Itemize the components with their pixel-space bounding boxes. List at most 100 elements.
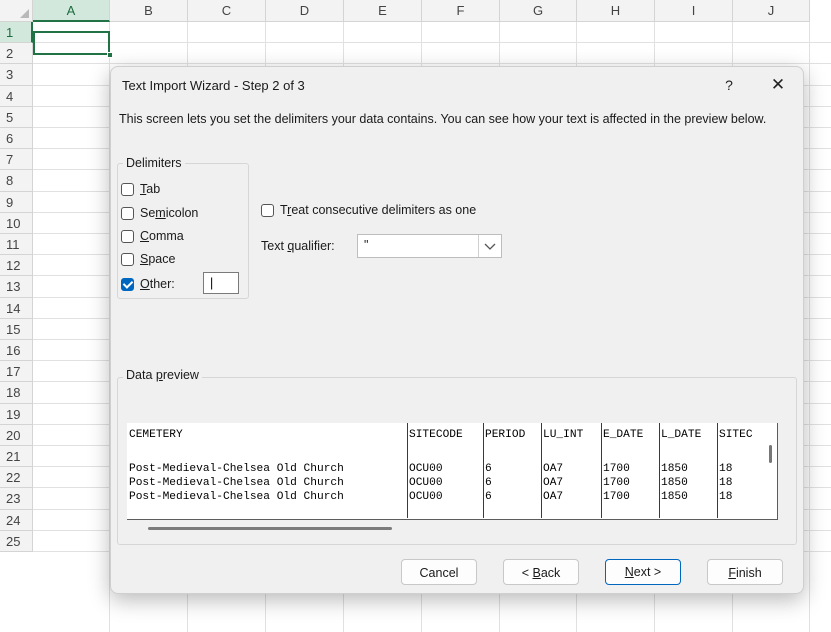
row-header-5[interactable]: 5 bbox=[0, 106, 33, 128]
column-header-h[interactable]: H bbox=[577, 0, 655, 22]
row-header-24[interactable]: 24 bbox=[0, 509, 33, 531]
column-header-j[interactable]: J bbox=[733, 0, 810, 22]
preview-data-row: Post-Medieval-Chelsea Old Church OCU00 6 OA… bbox=[127, 491, 777, 505]
column-header-i[interactable]: I bbox=[655, 0, 733, 22]
preview-horizontal-scrollbar[interactable] bbox=[148, 527, 392, 530]
select-all-corner[interactable] bbox=[0, 0, 33, 22]
preview-cell: 18 bbox=[719, 463, 733, 475]
preview-cell: OA7 bbox=[543, 477, 564, 489]
column-header-g[interactable]: G bbox=[500, 0, 577, 22]
fill-handle[interactable] bbox=[107, 52, 113, 58]
data-preview-legend: Data preview bbox=[123, 368, 202, 382]
row-header-18[interactable]: 18 bbox=[0, 382, 33, 404]
preview-cell: OA7 bbox=[543, 463, 564, 475]
preview-vertical-scrollbar[interactable] bbox=[769, 445, 772, 463]
preview-header-cell: LU_INT bbox=[543, 429, 584, 441]
row-header-25[interactable]: 25 bbox=[0, 530, 33, 552]
other-label: Other: bbox=[140, 277, 175, 291]
column-header-c[interactable]: C bbox=[188, 0, 266, 22]
row-header-17[interactable]: 17 bbox=[0, 361, 33, 383]
space-checkbox-box[interactable] bbox=[121, 252, 134, 266]
text-qualifier-select[interactable]: " bbox=[357, 234, 502, 258]
preview-cell: 1850 bbox=[661, 491, 688, 503]
text-qualifier-value: " bbox=[364, 238, 369, 252]
next-button[interactable]: Next > bbox=[605, 559, 681, 585]
row-header-20[interactable]: 20 bbox=[0, 424, 33, 446]
preview-header-row: CEMETERY SITECODE PERIOD LU_INT E_DATE L_DATE… bbox=[127, 429, 777, 443]
text-import-wizard-dialog: Text Import Wizard - Step 2 of 3 ? ✕ Thi… bbox=[110, 66, 804, 594]
preview-cell: OCU00 bbox=[409, 463, 443, 475]
row-header-16[interactable]: 16 bbox=[0, 340, 33, 362]
row-header-22[interactable]: 22 bbox=[0, 467, 33, 489]
row-header-21[interactable]: 21 bbox=[0, 446, 33, 468]
column-header-b[interactable]: B bbox=[110, 0, 188, 22]
select-all-triangle-icon bbox=[20, 9, 29, 18]
row-header-1[interactable]: 1 bbox=[0, 22, 33, 44]
preview-header-cell: E_DATE bbox=[603, 429, 644, 441]
tab-checkbox-box[interactable] bbox=[121, 182, 134, 196]
preview-cell: Post-Medieval-Chelsea Old Church bbox=[129, 491, 344, 503]
preview-cell: OA7 bbox=[543, 491, 564, 503]
preview-cell: 6 bbox=[485, 477, 492, 489]
column-header-e[interactable]: E bbox=[344, 0, 422, 22]
dialog-title: Text Import Wizard - Step 2 of 3 bbox=[122, 78, 305, 93]
semicolon-checkbox-box[interactable] bbox=[121, 206, 134, 220]
row-header-11[interactable]: 11 bbox=[0, 234, 33, 256]
preview-cell: 1850 bbox=[661, 477, 688, 489]
grid-row-line bbox=[33, 42, 831, 44]
comma-checkbox[interactable]: Comma bbox=[121, 229, 184, 243]
preview-header-cell: L_DATE bbox=[661, 429, 702, 441]
row-header-10[interactable]: 10 bbox=[0, 212, 33, 234]
cancel-button[interactable]: Cancel bbox=[401, 559, 477, 585]
preview-cell: 1700 bbox=[603, 463, 630, 475]
tab-label: Tab bbox=[140, 182, 161, 196]
row-header-19[interactable]: 19 bbox=[0, 403, 33, 425]
grid-column-line bbox=[809, 22, 810, 632]
other-delimiter-input[interactable] bbox=[203, 272, 239, 294]
row-header-3[interactable]: 3 bbox=[0, 64, 33, 86]
column-header-d[interactable]: D bbox=[266, 0, 344, 22]
row-header-9[interactable]: 9 bbox=[0, 191, 33, 213]
help-button[interactable]: ? bbox=[715, 73, 743, 97]
consecutive-checkbox-box[interactable] bbox=[261, 203, 274, 217]
chevron-down-icon[interactable] bbox=[478, 235, 501, 257]
row-header-15[interactable]: 15 bbox=[0, 318, 33, 340]
row-header-7[interactable]: 7 bbox=[0, 149, 33, 171]
preview-cell: 18 bbox=[719, 477, 733, 489]
comma-checkbox-box[interactable] bbox=[121, 229, 134, 243]
preview-cell: 6 bbox=[485, 463, 492, 475]
text-qualifier-label: Text qualifier: bbox=[261, 239, 335, 253]
other-checkbox-box[interactable] bbox=[121, 277, 134, 291]
other-checkbox[interactable]: Other: bbox=[121, 277, 175, 291]
row-header-8[interactable]: 8 bbox=[0, 170, 33, 192]
preview-header-cell: PERIOD bbox=[485, 429, 526, 441]
data-preview-table[interactable]: CEMETERY SITECODE PERIOD LU_INT E_DATE L_DATE… bbox=[127, 423, 778, 520]
consecutive-label: Treat consecutive delimiters as one bbox=[280, 203, 477, 217]
consecutive-delimiters-checkbox[interactable]: Treat consecutive delimiters as one bbox=[261, 203, 476, 217]
tab-checkbox[interactable]: Tab bbox=[121, 182, 160, 196]
semicolon-checkbox[interactable]: Semicolon bbox=[121, 206, 198, 220]
row-header-13[interactable]: 13 bbox=[0, 276, 33, 298]
preview-cell: 18 bbox=[719, 491, 733, 503]
back-button[interactable]: < Back bbox=[503, 559, 579, 585]
column-header-f[interactable]: F bbox=[422, 0, 500, 22]
row-header-6[interactable]: 6 bbox=[0, 128, 33, 150]
finish-button[interactable]: Finish bbox=[707, 559, 783, 585]
delimiters-legend: Delimiters bbox=[123, 156, 185, 170]
row-header-12[interactable]: 12 bbox=[0, 255, 33, 277]
preview-cell: 1850 bbox=[661, 463, 688, 475]
preview-cell: OCU00 bbox=[409, 477, 443, 489]
row-header-14[interactable]: 14 bbox=[0, 297, 33, 319]
row-header-4[interactable]: 4 bbox=[0, 85, 33, 107]
space-label: Space bbox=[140, 252, 176, 266]
preview-data-row: Post-Medieval-Chelsea Old Church OCU00 6 OA… bbox=[127, 463, 777, 477]
active-cell-a1[interactable] bbox=[33, 31, 110, 55]
preview-cell: 1700 bbox=[603, 491, 630, 503]
column-header-a[interactable]: A bbox=[33, 0, 110, 22]
space-checkbox[interactable]: Space bbox=[121, 252, 175, 266]
row-header-2[interactable]: 2 bbox=[0, 43, 33, 65]
semicolon-label: Semicolon bbox=[140, 206, 199, 220]
dialog-description: This screen lets you set the delimiters … bbox=[119, 112, 767, 126]
close-button[interactable]: ✕ bbox=[763, 73, 793, 97]
row-header-23[interactable]: 23 bbox=[0, 488, 33, 510]
